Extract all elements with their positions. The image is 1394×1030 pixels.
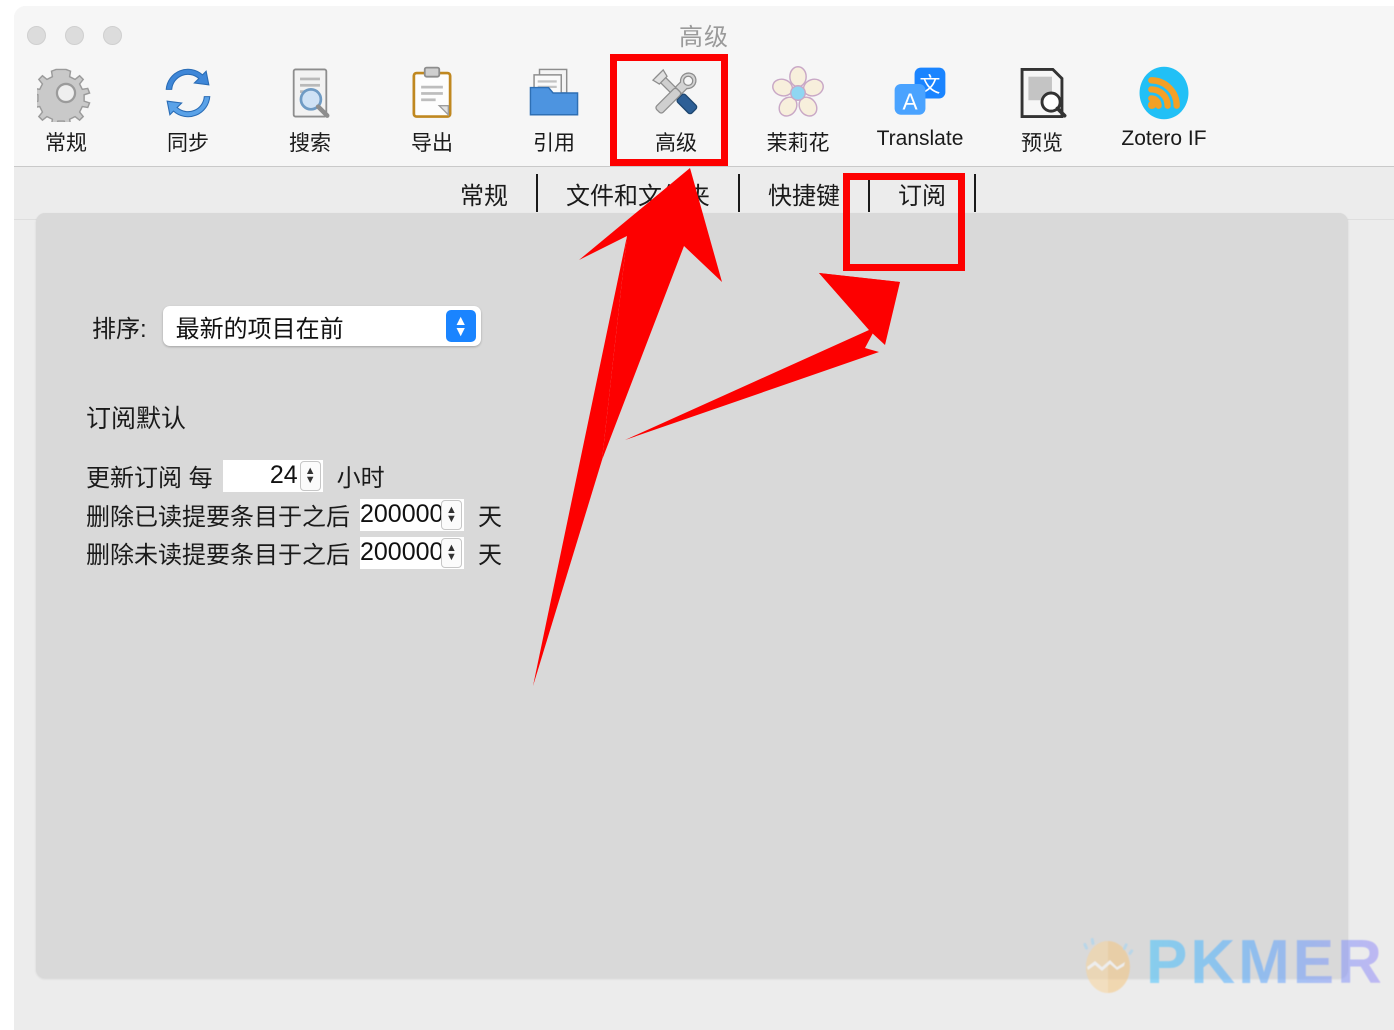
translate-icon: 文 A <box>889 62 951 124</box>
document-magnifier-icon <box>279 62 341 124</box>
update-feeds-suffix: 小时 <box>336 465 385 492</box>
screenshot-root: 高级 常规 同步 搜索 导出 引用 高级 茉莉花 文 A Translate 预… <box>0 0 1394 1030</box>
tab-separator <box>974 174 976 212</box>
sync-arrows-icon <box>157 62 219 124</box>
pkmer-watermark: PKMER <box>1076 927 1385 998</box>
delete-read-row: 删除已读提要条目于之后 200000 ▲ ▼ 天 <box>86 497 502 532</box>
toolbar-item-label: Translate <box>876 127 964 150</box>
toolbar-item-search[interactable]: 搜索 <box>249 62 371 157</box>
sort-dropdown-value: 最新的项目在前 <box>175 315 344 343</box>
update-feeds-prefix: 更新订阅 每 <box>86 465 213 492</box>
svg-text:A: A <box>902 88 918 114</box>
update-interval-value: 24 <box>269 461 298 489</box>
delete-unread-stepper[interactable]: 200000 ▲ ▼ <box>360 536 464 569</box>
window-titlebar: 高级 <box>14 6 1394 58</box>
toolbar-item-label: 常规 <box>45 132 87 155</box>
toolbar-item-export[interactable]: 导出 <box>371 62 493 157</box>
toolbar-item-label: 导出 <box>411 132 453 155</box>
delete-unread-suffix: 天 <box>478 542 502 569</box>
toolbar-item-label: Zotero IF <box>1121 127 1207 150</box>
toolbar-item-sync[interactable]: 同步 <box>127 62 249 157</box>
pkmer-watermark-text: PKMER <box>1146 928 1385 997</box>
subscriptions-panel: 排序: 最新的项目在前 ▲ ▼ 订阅默认 更新订阅 每 24 ▲ ▼ 小时 删除已 <box>36 213 1382 997</box>
toolbar-item-label: 引用 <box>533 132 575 155</box>
preview-magnifier-icon <box>1011 62 1073 124</box>
sort-dropdown[interactable]: 最新的项目在前 ▲ ▼ <box>162 306 481 346</box>
gear-icon <box>35 62 97 124</box>
delete-read-suffix: 天 <box>478 504 502 531</box>
update-feeds-row: 更新订阅 每 24 ▲ ▼ 小时 <box>86 458 385 493</box>
toolbar-item-translate[interactable]: 文 A Translate <box>859 62 981 151</box>
chevron-updown-icon: ▲ ▼ <box>445 310 476 342</box>
delete-read-stepper[interactable]: 200000 ▲ ▼ <box>360 498 464 531</box>
delete-unread-prefix: 删除未读提要条目于之后 <box>86 542 350 569</box>
update-interval-stepper[interactable]: 24 ▲ ▼ <box>222 459 323 492</box>
toolbar-item-general[interactable]: 常规 <box>14 62 127 157</box>
toolbar-item-zotero-if[interactable]: Zotero IF <box>1103 62 1225 151</box>
jasmine-flower-icon <box>767 62 829 124</box>
rss-feed-icon <box>1133 62 1195 124</box>
folder-documents-icon <box>523 62 585 124</box>
stepper-arrows-icon[interactable]: ▲ ▼ <box>299 460 321 491</box>
toolbar-item-preview[interactable]: 预览 <box>981 62 1103 157</box>
tab-general[interactable]: 常规 <box>432 176 536 211</box>
toolbar-item-jasmine[interactable]: 茉莉花 <box>737 62 859 157</box>
section-title-subscription-defaults: 订阅默认 <box>86 405 187 433</box>
toolbar-item-label: 茉莉花 <box>766 132 830 155</box>
delete-unread-row: 删除未读提要条目于之后 200000 ▲ ▼ 天 <box>86 535 502 570</box>
sort-row: 排序: 最新的项目在前 ▲ ▼ <box>92 306 481 346</box>
window-title: 高级 <box>679 24 729 51</box>
sort-label: 排序: <box>92 315 147 343</box>
tab-files-and-folders[interactable]: 文件和文件夹 <box>538 176 738 211</box>
cracked-egg-icon <box>1083 937 1134 993</box>
delete-unread-value: 200000 <box>360 538 441 566</box>
highlight-box-subscriptions-tab <box>843 173 965 271</box>
toolbar-item-cite[interactable]: 引用 <box>493 62 615 157</box>
toolbar-item-label: 预览 <box>1021 132 1063 155</box>
preferences-tabstrip: 常规 文件和文件夹 快捷键 订阅 <box>14 167 1394 219</box>
stepper-arrows-icon[interactable]: ▲ ▼ <box>441 499 462 530</box>
stepper-arrows-icon[interactable]: ▲ ▼ <box>441 537 462 568</box>
clipboard-icon <box>401 62 463 124</box>
toolbar-item-label: 同步 <box>167 132 209 155</box>
toolbar-item-label: 搜索 <box>289 132 331 155</box>
delete-read-prefix: 删除已读提要条目于之后 <box>86 504 350 531</box>
delete-read-value: 200000 <box>360 500 441 528</box>
highlight-box-advanced-toolbar-item <box>610 54 728 166</box>
